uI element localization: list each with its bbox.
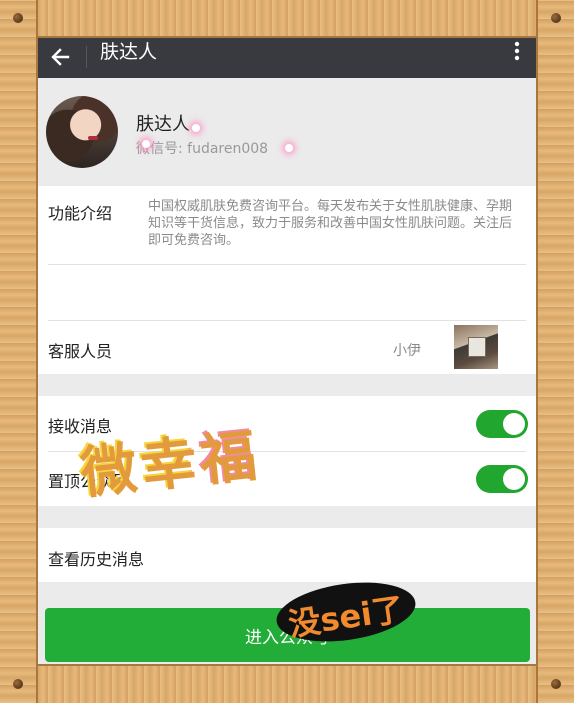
wechat-id: 微信号: fudaren008 bbox=[136, 141, 269, 157]
back-arrow-icon[interactable] bbox=[48, 44, 74, 70]
sparkle-decoration bbox=[142, 140, 150, 148]
intro-text: 中国权威肌肤免费咨询平台。每天发布关于女性肌肤健康、孕期知识等干货信息，致力于服… bbox=[148, 199, 513, 248]
nail-icon bbox=[551, 13, 561, 23]
more-options-icon[interactable] bbox=[508, 38, 526, 64]
nail-icon bbox=[13, 13, 23, 23]
nail-icon bbox=[13, 679, 23, 689]
sparkle-decoration bbox=[192, 124, 200, 132]
intro-label: 功能介绍 bbox=[48, 204, 113, 223]
title-bar: 肤达人 bbox=[38, 38, 536, 78]
page-title: 肤达人 bbox=[100, 41, 158, 63]
intro-section: 功能介绍 中国权威肌肤免费咨询平台。每天发布关于女性肌肤健康、孕期知识等干货信息… bbox=[38, 186, 536, 320]
pin-account-toggle[interactable] bbox=[476, 465, 528, 493]
sparkle-decoration bbox=[285, 144, 293, 152]
receive-messages-toggle[interactable] bbox=[476, 410, 528, 438]
frame-bottom bbox=[0, 664, 574, 703]
divider bbox=[48, 264, 526, 265]
divider bbox=[48, 320, 526, 321]
history-label: 查看历史消息 bbox=[48, 550, 145, 569]
service-label: 客服人员 bbox=[48, 342, 113, 361]
service-agent-name: 小伊 bbox=[393, 343, 421, 359]
history-row[interactable]: 查看历史消息 bbox=[38, 528, 536, 582]
account-name: 肤达人 bbox=[136, 114, 190, 135]
title-divider bbox=[86, 46, 87, 68]
service-row[interactable]: 客服人员 小伊 bbox=[38, 320, 536, 374]
avatar[interactable] bbox=[46, 96, 118, 168]
frame-right bbox=[536, 0, 574, 703]
phone-screen: 肤达人 肤达人 微信号: fudaren008 功能介绍 中国权威肌肤免费咨询平… bbox=[38, 38, 536, 664]
frame-left bbox=[0, 0, 38, 703]
frame-top bbox=[0, 0, 574, 38]
service-agent-thumbnail bbox=[454, 325, 498, 369]
nail-icon bbox=[551, 679, 561, 689]
profile-header: 肤达人 微信号: fudaren008 bbox=[38, 78, 536, 186]
